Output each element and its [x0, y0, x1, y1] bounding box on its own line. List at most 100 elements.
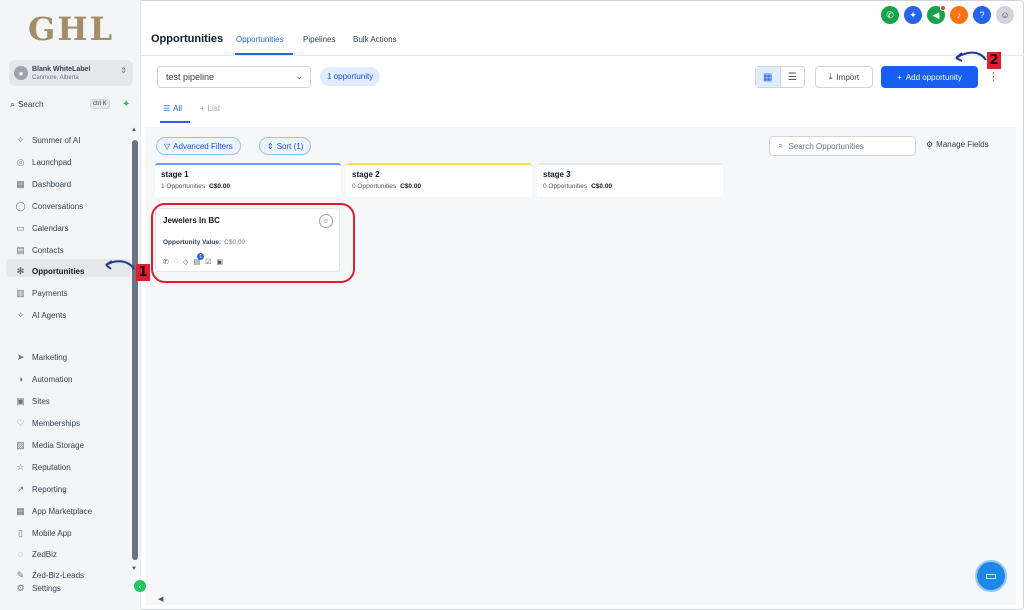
sidebar-item-memberships[interactable]: ♡ Memberships [15, 415, 80, 431]
sidebar-item-label: Opportunities [32, 266, 85, 276]
tab-pipelines[interactable]: Pipelines [303, 35, 335, 44]
view-tab-all[interactable]: ☰ All [163, 104, 182, 113]
stage-summary: 0 Opportunities C$0.00 [352, 183, 526, 190]
sidebar-item-launchpad[interactable]: ◎ Launchpad [15, 154, 72, 170]
tab-opportunities[interactable]: Opportunities [236, 35, 284, 44]
chat-icon: ◯ [15, 200, 26, 211]
add-opportunity-label: Add opportunity [905, 72, 962, 82]
payments-icon: ▥ [16, 287, 25, 298]
advanced-filters-label: Advanced Filters [173, 141, 233, 151]
account-switcher[interactable]: ● Blank WhiteLabel Canmore, Alberta ⇕ [9, 60, 133, 86]
stage-column-header[interactable]: stage 3 0 Opportunities C$0.00 [537, 163, 723, 197]
quick-action-icon[interactable]: ✦ [122, 99, 130, 110]
sidebar-item-dashboard[interactable]: ▦ Dashboard [15, 176, 71, 192]
sidebar-item-summer-of-ai[interactable]: ✧ Summer of AI [15, 132, 81, 148]
notification-dot [940, 5, 946, 11]
sidebar-item-label: Calendars [32, 223, 69, 233]
search-icon: ⌕ [778, 141, 783, 150]
sidebar-item-label: Dashboard [32, 179, 72, 189]
chevron-updown-icon: ⇕ [120, 66, 127, 75]
sidebar-item-label: Summer of AI [32, 135, 81, 145]
sidebar-item-reputation[interactable]: ☆ Reputation [15, 459, 71, 475]
help-icon[interactable]: ? [973, 6, 991, 24]
user-avatar[interactable]: ☺ [996, 6, 1014, 24]
sidebar-item-media-storage[interactable]: ▨ Media Storage [15, 437, 84, 453]
sidebar-item-label: Reporting [32, 484, 67, 494]
pipeline-select-value: test pipeline [166, 72, 215, 82]
view-tab-list[interactable]: + List [200, 104, 220, 113]
list-view-icon[interactable]: ☰ [781, 67, 805, 87]
stage-summary: 0 Opportunities C$0.00 [543, 183, 717, 190]
megaphone-icon[interactable]: ◀ [927, 5, 946, 24]
sort-icon: ⇕ [267, 141, 274, 151]
sidebar-item-calendars[interactable]: ▭ Calendars [15, 220, 68, 236]
sidebar-item-settings[interactable]: ⚙ Settings [15, 580, 60, 596]
annotation-arrow-2 [955, 51, 987, 62]
grid-view-icon[interactable]: ▦ [756, 67, 781, 87]
opportunities-icon: ✻ [16, 265, 25, 276]
sidebar-item-label: Contacts [32, 245, 64, 255]
mobile-icon: ▯ [18, 527, 23, 538]
magic-icon[interactable]: ✦ [904, 6, 922, 24]
header-actions: ✆ ✦ ◀ ♪? ☺ [881, 5, 1014, 24]
sidebar-item-label: Conversations [32, 201, 84, 211]
sidebar-item-label: Zed-Biz-Leads [32, 570, 85, 580]
sidebar-item-payments[interactable]: ▥ Payments [15, 285, 68, 301]
sidebar-item-reporting[interactable]: ↗ Reporting [15, 481, 67, 497]
phone-icon[interactable]: ✆ [881, 6, 899, 24]
membership-icon: ♡ [16, 417, 25, 428]
scroll-up-icon[interactable]: ▲ [131, 127, 137, 133]
stage-column-header[interactable]: stage 2 0 Opportunities C$0.00 [346, 163, 532, 197]
contacts-icon: ▤ [16, 244, 25, 255]
stage-count: 0 Opportunities [543, 183, 588, 190]
sort-button[interactable]: ⇕ Sort (1) [259, 137, 312, 155]
sidebar-item-ai-agents[interactable]: ✧ AI Agents [15, 307, 67, 323]
zedbiz-icon: ◌ [17, 549, 24, 559]
sidebar-item-sites[interactable]: ▣ Sites [15, 393, 50, 409]
scroll-left-icon[interactable]: ◀ [158, 595, 163, 603]
manage-fields-button[interactable]: ⚙ Manage Fields [926, 140, 989, 149]
import-button[interactable]: ⤓ Import [815, 66, 873, 88]
sidebar-scrollbar[interactable] [132, 140, 138, 560]
sidebar-item-label: Reputation [32, 462, 71, 472]
sidebar-search[interactable]: ⌕ Search ctrl K ✦ [10, 96, 134, 112]
sidebar-item-label: ZedBiz [32, 549, 57, 559]
bell-icon[interactable]: ♪ [950, 6, 968, 24]
annotation-number-1: 1 [136, 264, 150, 281]
download-icon: ⤓ [828, 72, 833, 81]
stage-count: 1 Opportunities [161, 183, 206, 190]
pipeline-select[interactable]: test pipeline ⌄ [157, 66, 311, 88]
search-opportunities-placeholder: Search Opportunities [788, 141, 864, 151]
sidebar-item-contacts[interactable]: ▤ Contacts [15, 242, 64, 258]
import-label: Import [836, 72, 860, 82]
sparkle-icon: ✧ [16, 134, 25, 145]
sidebar-item-marketing[interactable]: ➤ Marketing [15, 349, 67, 365]
sidebar-item-app-marketplace[interactable]: ▦ App Marketplace [15, 503, 92, 519]
account-avatar-icon: ● [14, 66, 28, 80]
add-opportunity-button[interactable]: + Add opportunity [881, 66, 978, 88]
sidebar-item-mobile-app[interactable]: ▯ Mobile App [15, 525, 72, 541]
gear-icon: ⚙ [16, 582, 25, 593]
plus-icon: + [897, 72, 902, 82]
stage-value: C$0.00 [400, 183, 422, 190]
scroll-down-icon[interactable]: ▼ [131, 566, 137, 572]
collapse-sidebar-button[interactable]: ‹ [134, 580, 146, 592]
more-options-icon[interactable]: ⋮ [988, 70, 999, 83]
sidebar-item-conversations[interactable]: ◯ Conversations [15, 198, 83, 214]
search-opportunities-input[interactable]: ⌕ Search Opportunities [769, 136, 916, 156]
stage-value: C$0.00 [591, 183, 613, 190]
media-icon: ▨ [16, 439, 25, 450]
stage-column-header[interactable]: stage 1 1 Opportunities C$0.00 [155, 163, 341, 197]
brand-logo[interactable]: GHL [28, 10, 114, 48]
sidebar-item-opportunities[interactable]: ✻ Opportunities [15, 263, 85, 279]
sidebar-item-zedbiz[interactable]: ◌ ZedBiz [15, 546, 57, 562]
search-icon: ⌕ [10, 98, 16, 109]
sidebar-item-label: App Marketplace [32, 506, 93, 516]
active-view-indicator [160, 121, 190, 123]
automation-icon: ◑ [17, 374, 24, 384]
advanced-filters-button[interactable]: ▽ Advanced Filters [156, 137, 241, 155]
support-chat-button[interactable]: ▭ [975, 560, 1007, 592]
sidebar-item-label: Payments [32, 288, 68, 298]
tab-bulk-actions[interactable]: Bulk Actions [353, 35, 397, 44]
sidebar-item-automation[interactable]: ◑ Automation [15, 371, 73, 387]
